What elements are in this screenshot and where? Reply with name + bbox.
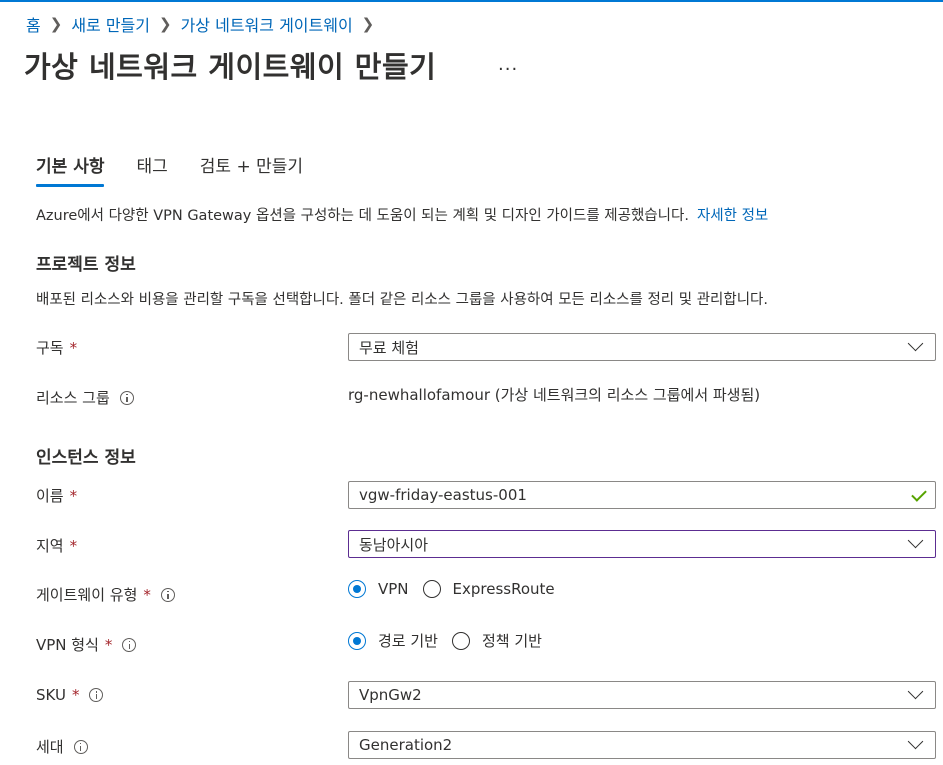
chevron-right-icon: ❯	[361, 15, 375, 33]
required-marker: *	[69, 536, 78, 555]
required-marker: *	[71, 686, 80, 704]
subscription-value: 무료 체험	[359, 338, 419, 357]
breadcrumb-virtual-network-gateway[interactable]: 가상 네트워크 게이트웨이	[181, 12, 353, 36]
name-label-text: 이름	[36, 487, 64, 505]
gateway-type-label-text: 게이트웨이 유형	[36, 586, 138, 604]
instance-details-heading: 인스턴스 정보	[36, 448, 136, 468]
region-label-text: 지역	[36, 537, 64, 555]
chevron-down-icon	[907, 733, 924, 750]
project-details-heading: 프로젝트 정보	[36, 255, 136, 275]
name-input-value: vgw-friday-eastus-001	[359, 486, 527, 504]
chevron-down-icon	[907, 532, 924, 549]
vpn-type-radio-group: 경로 기반 정책 기반	[348, 630, 556, 651]
breadcrumb-create-new[interactable]: 새로 만들기	[71, 12, 150, 36]
subscription-label-text: 구독	[36, 339, 64, 357]
name-input[interactable]: vgw-friday-eastus-001	[348, 481, 936, 509]
radio-button-checked[interactable]	[348, 631, 366, 650]
intro-description: Azure에서 다양한 VPN Gateway 옵션을 구성하는 데 도움이 되…	[36, 208, 689, 224]
vpn-type-option-policy-based[interactable]: 정책 기반	[451, 630, 542, 651]
breadcrumb-home[interactable]: 홈	[26, 12, 41, 36]
sku-dropdown[interactable]: VpnGw2	[348, 681, 936, 709]
radio-button[interactable]	[422, 580, 441, 598]
intro-text: Azure에서 다양한 VPN Gateway 옵션을 구성하는 데 도움이 되…	[36, 204, 768, 225]
chevron-down-icon	[907, 335, 924, 352]
vpn-type-label: VPN 형식 *	[36, 634, 137, 655]
vpn-type-option-route-based[interactable]: 경로 기반	[348, 630, 438, 651]
sku-value: VpnGw2	[359, 686, 422, 704]
info-icon[interactable]	[89, 688, 104, 702]
info-icon[interactable]	[122, 637, 137, 652]
subscription-dropdown[interactable]: 무료 체험	[348, 333, 936, 361]
region-value: 동남아시아	[359, 535, 429, 554]
resource-group-value: rg-newhallofamour (가상 네트워크의 리소스 그룹에서 파생됨…	[348, 386, 761, 404]
sku-label: SKU *	[36, 686, 104, 704]
region-label: 지역 *	[36, 535, 77, 556]
required-marker: *	[104, 635, 113, 654]
vpn-type-option-label: 정책 기반	[481, 632, 542, 650]
generation-dropdown[interactable]: Generation2	[348, 731, 936, 759]
gateway-type-label: 게이트웨이 유형 *	[36, 584, 175, 605]
breadcrumb: 홈 ❯ 새로 만들기 ❯ 가상 네트워크 게이트웨이 ❯	[26, 12, 383, 36]
required-marker: *	[69, 338, 78, 357]
chevron-right-icon: ❯	[159, 15, 172, 33]
chevron-down-icon	[907, 683, 924, 700]
radio-button[interactable]	[451, 631, 470, 650]
required-marker: *	[69, 486, 78, 505]
gateway-type-radio-group: VPN ExpressRoute	[348, 580, 569, 598]
subscription-label: 구독 *	[36, 337, 77, 358]
gateway-type-option-vpn[interactable]: VPN	[348, 580, 409, 598]
required-marker: *	[143, 585, 151, 604]
generation-label-text: 세대	[36, 738, 64, 756]
name-label: 이름 *	[36, 485, 77, 506]
checkmark-icon	[911, 486, 927, 502]
gateway-type-option-label: VPN	[378, 580, 409, 598]
top-accent-line	[0, 0, 943, 2]
info-icon[interactable]	[73, 739, 88, 754]
region-dropdown[interactable]: 동남아시아	[348, 530, 936, 558]
gateway-type-option-label: ExpressRoute	[452, 580, 555, 598]
radio-button-checked[interactable]	[348, 580, 366, 598]
tab-tags[interactable]: 태그	[136, 152, 167, 187]
chevron-right-icon: ❯	[49, 15, 63, 33]
resource-group-label: 리소스 그룹	[36, 387, 134, 408]
tab-bar: 기본 사항 태그 검토 + 만들기	[36, 152, 335, 187]
gateway-type-option-expressroute[interactable]: ExpressRoute	[422, 580, 555, 598]
tab-basics[interactable]: 기본 사항	[36, 152, 105, 187]
page-title: 가상 네트워크 게이트웨이 만들기	[24, 50, 437, 84]
learn-more-link[interactable]: 자세한 정보	[697, 208, 768, 224]
more-options-icon[interactable]: ...	[498, 54, 518, 75]
info-icon[interactable]	[160, 587, 175, 602]
sku-label-text: SKU	[36, 686, 66, 704]
info-icon[interactable]	[119, 390, 134, 405]
vpn-type-option-label: 경로 기반	[378, 632, 438, 650]
resource-group-label-text: 리소스 그룹	[36, 389, 110, 407]
generation-label: 세대	[36, 736, 88, 757]
tab-review-create[interactable]: 검토 + 만들기	[200, 152, 303, 187]
generation-value: Generation2	[359, 736, 453, 754]
vpn-type-label-text: VPN 형식	[36, 636, 99, 654]
project-details-description: 배포된 리소스와 비용을 관리할 구독을 선택합니다. 폴더 같은 리소스 그룹…	[36, 292, 769, 308]
